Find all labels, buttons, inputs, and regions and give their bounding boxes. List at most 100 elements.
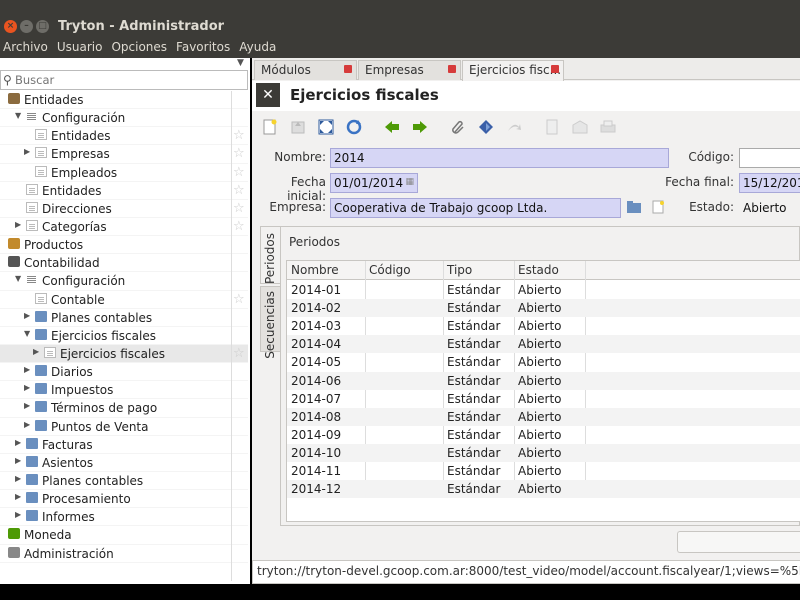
- tree-item[interactable]: Direcciones ☆: [0, 200, 248, 218]
- tree-item[interactable]: Entidades ☆: [0, 182, 248, 200]
- favorite-star-icon[interactable]: ☆: [233, 219, 245, 234]
- table-row[interactable]: 2014-07 Estándar Abierto: [287, 390, 800, 408]
- expand-arrow-icon[interactable]: ▶: [24, 311, 30, 320]
- tab-periodos[interactable]: Periodos: [260, 226, 280, 284]
- minimize-window-button[interactable]: –: [20, 20, 33, 33]
- tree-item[interactable]: ▶ Empresas ☆: [0, 145, 248, 164]
- close-window-button[interactable]: ×: [4, 20, 17, 33]
- menu-archivo[interactable]: Archivo: [0, 38, 51, 58]
- expand-arrow-icon[interactable]: ▶: [15, 438, 21, 447]
- previous-record-icon[interactable]: [384, 119, 400, 135]
- expand-arrow-icon[interactable]: ▶: [15, 456, 21, 465]
- tree-item[interactable]: ▶ Asientos: [0, 454, 248, 472]
- next-record-icon[interactable]: [412, 119, 428, 135]
- tree-item[interactable]: Contabilidad: [0, 254, 248, 273]
- tree-item[interactable]: ▶ Categorías ☆: [0, 218, 248, 237]
- table-row[interactable]: 2014-01 Estándar Abierto: [287, 281, 800, 299]
- menu-opciones[interactable]: Opciones: [108, 38, 170, 58]
- nombre-field[interactable]: 2014: [330, 148, 669, 168]
- table-row[interactable]: 2014-09 Estándar Abierto: [287, 426, 800, 444]
- panel-menu-arrow-icon[interactable]: ▼: [237, 58, 244, 68]
- favorite-star-icon[interactable]: ☆: [233, 346, 245, 361]
- tree-item[interactable]: Productos: [0, 236, 248, 255]
- expand-arrow-icon[interactable]: ▶: [24, 383, 30, 392]
- tree-item[interactable]: Empleados ☆: [0, 164, 248, 182]
- favorite-star-icon[interactable]: ☆: [233, 292, 245, 307]
- expand-arrow-icon[interactable]: ▶: [15, 220, 21, 229]
- email-icon[interactable]: [572, 119, 588, 135]
- tree-item[interactable]: ▶ Términos de pago: [0, 399, 248, 418]
- fecha-final-field[interactable]: 15/12/2014: [739, 173, 800, 193]
- tree-item[interactable]: ▶ Impuestos: [0, 381, 248, 400]
- tab-1[interactable]: Empresas: [358, 60, 461, 80]
- expand-arrow-icon[interactable]: ▶: [24, 420, 30, 429]
- tree-item[interactable]: Moneda: [0, 526, 248, 545]
- new-empresa-icon[interactable]: [652, 200, 664, 214]
- favorite-star-icon[interactable]: ☆: [233, 183, 245, 198]
- expand-arrow-icon[interactable]: ▶: [15, 474, 21, 483]
- relate-icon[interactable]: [506, 119, 522, 135]
- table-row[interactable]: 2014-12 Estándar Abierto: [287, 480, 800, 499]
- tree-item[interactable]: ▶ Planes contables: [0, 309, 248, 327]
- search-box[interactable]: ⚲: [0, 70, 248, 90]
- search-input[interactable]: [15, 72, 245, 88]
- report-icon[interactable]: [544, 119, 560, 135]
- tab-secuencias[interactable]: Secuencias: [260, 286, 280, 359]
- menu-usuario[interactable]: Usuario: [54, 38, 106, 58]
- table-row[interactable]: 2014-10 Estándar Abierto: [287, 443, 800, 462]
- open-folder-icon[interactable]: [627, 201, 641, 213]
- collapse-arrow-icon[interactable]: ▼: [24, 329, 30, 338]
- tree-item[interactable]: ▶ Ejercicios fiscales ☆: [0, 344, 248, 364]
- column-header[interactable]: Nombre: [291, 263, 339, 277]
- fecha-inicial-field[interactable]: 01/01/2014 ▦: [330, 173, 418, 193]
- save-icon[interactable]: [290, 119, 306, 135]
- expand-arrow-icon[interactable]: ▶: [24, 147, 30, 156]
- calendar-icon[interactable]: ▦: [405, 177, 414, 187]
- new-record-icon[interactable]: [262, 119, 278, 135]
- expand-arrow-icon[interactable]: ▶: [24, 365, 30, 374]
- favorite-star-icon[interactable]: ☆: [233, 201, 245, 216]
- action-icon[interactable]: [478, 119, 494, 135]
- tree-item[interactable]: ▶ Puntos de Venta: [0, 418, 248, 436]
- close-tab-icon[interactable]: [344, 65, 352, 73]
- tree-item[interactable]: ▶ Procesamiento: [0, 490, 248, 509]
- tree-item[interactable]: Entidades ☆: [0, 127, 248, 146]
- column-header[interactable]: Código: [369, 263, 411, 277]
- empresa-field[interactable]: Cooperativa de Trabajo gcoop Ltda.: [330, 198, 621, 218]
- tree-item[interactable]: ▼ Configuración: [0, 109, 248, 128]
- tree-item[interactable]: ▼ Configuración: [0, 272, 248, 291]
- expand-arrow-icon[interactable]: ▶: [24, 401, 30, 410]
- expand-arrow-icon[interactable]: ▶: [15, 492, 21, 501]
- print-icon[interactable]: [600, 119, 616, 135]
- collapse-arrow-icon[interactable]: ▼: [15, 111, 21, 120]
- column-header[interactable]: Tipo: [447, 263, 472, 277]
- table-row[interactable]: 2014-03 Estándar Abierto: [287, 317, 800, 335]
- menu-favoritos[interactable]: Favoritos: [173, 38, 233, 58]
- close-tab-icon[interactable]: [448, 65, 456, 73]
- favorite-star-icon[interactable]: ☆: [233, 165, 245, 180]
- collapse-arrow-icon[interactable]: ▼: [15, 274, 21, 283]
- tree-item[interactable]: ▶ Facturas: [0, 436, 248, 454]
- tree-item[interactable]: Entidades: [0, 91, 248, 110]
- switch-view-icon[interactable]: [318, 119, 334, 135]
- partial-button[interactable]: [677, 531, 800, 553]
- table-row[interactable]: 2014-06 Estándar Abierto: [287, 371, 800, 390]
- attachment-icon[interactable]: [450, 119, 466, 135]
- tree-item[interactable]: ▶ Informes: [0, 508, 248, 527]
- expand-arrow-icon[interactable]: ▶: [15, 510, 21, 519]
- tree-item[interactable]: Administración: [0, 545, 248, 563]
- table-row[interactable]: 2014-08 Estándar Abierto: [287, 407, 800, 426]
- tree-item[interactable]: ▶ Planes contables: [0, 472, 248, 491]
- close-tab-icon[interactable]: [551, 65, 559, 73]
- tab-0[interactable]: Módulos: [254, 60, 357, 80]
- column-header[interactable]: Estado: [518, 263, 559, 277]
- reload-icon[interactable]: [346, 119, 362, 135]
- table-row[interactable]: 2014-11 Estándar Abierto: [287, 462, 800, 480]
- table-row[interactable]: 2014-05 Estándar Abierto: [287, 353, 800, 371]
- favorite-star-icon[interactable]: ☆: [233, 128, 245, 143]
- maximize-window-button[interactable]: □: [36, 20, 49, 33]
- expand-arrow-icon[interactable]: ▶: [33, 347, 39, 356]
- table-row[interactable]: 2014-02 Estándar Abierto: [287, 299, 800, 318]
- menu-ayuda[interactable]: Ayuda: [236, 38, 279, 58]
- codigo-field[interactable]: [739, 148, 800, 168]
